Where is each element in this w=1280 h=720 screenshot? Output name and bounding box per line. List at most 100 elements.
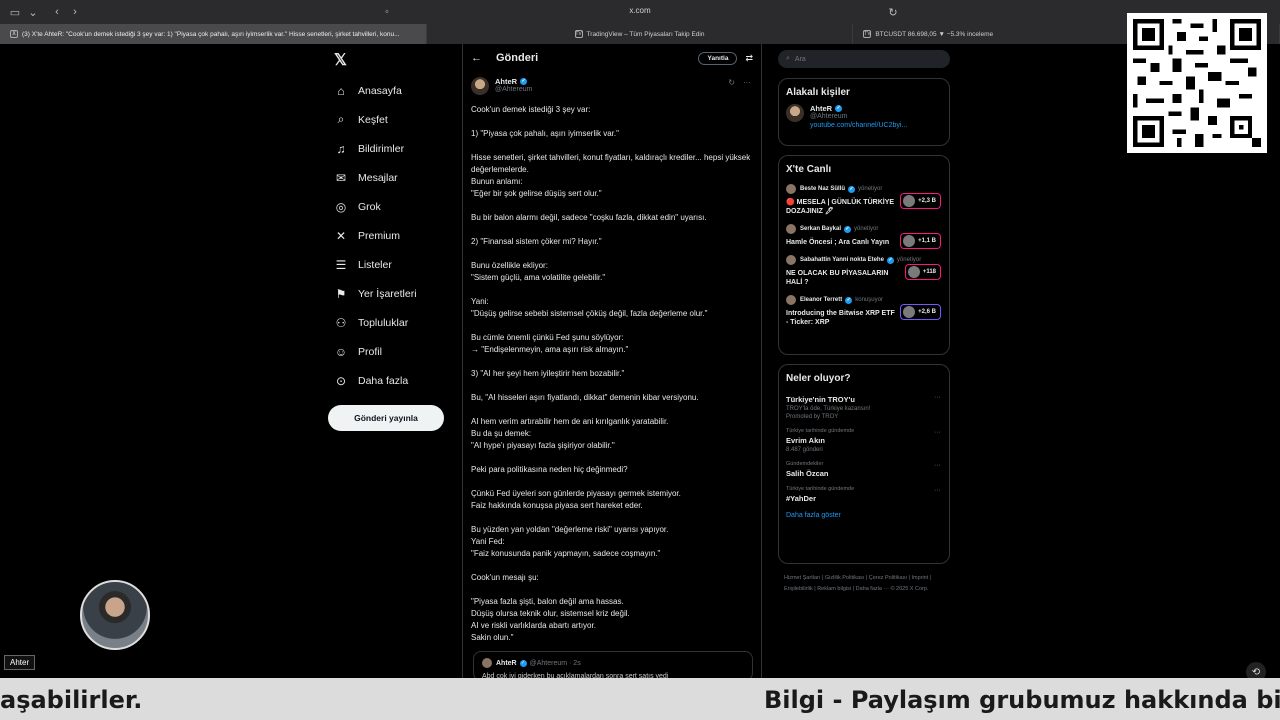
nav-item-home[interactable]: ⌂ Anasayfa [328,76,458,105]
tab-tradingview[interactable]: TV TradingView – Tüm Piyasaları Takip Ed… [427,24,854,44]
post-line: Sakin olun." [471,633,514,642]
envelope-icon: ✉ [335,170,347,185]
nav-item-profile[interactable]: ☺ Profil [328,337,458,366]
live-item[interactable]: Sabahattin Yanni nokta Etehe ✓ yönetiyor NE… [779,252,949,292]
trend-name: Türkiye'nin TROY'u [786,395,855,404]
post-line: Çünkü Fed üyeleri son günlerde piyasayı … [471,489,681,498]
nav-label: Keşfet [358,113,388,126]
more-options-icon[interactable]: ··· [934,394,941,401]
avatar [786,224,796,234]
trend-list: Türkiye'nin TROY'u TROY'la öde, Türkiye k… [779,390,949,508]
post-detail-column: ← Gönderi Yanıtla ⇄ AhteR ✓ @Ahtereum ↻ ·… [462,44,762,681]
nav-item-premium[interactable]: ✕ Premium [328,221,458,250]
tab-label: BTCUSDT 86.698,05 ▼ −5.3% inceleme [875,30,994,38]
more-options-icon[interactable]: ··· [934,487,941,494]
avatar[interactable] [471,77,489,95]
trend-context: Gündemdekiler [786,461,824,467]
nav-item-explore[interactable]: ⌕ Keşfet [328,105,458,134]
live-item[interactable]: Beste Naz Süllü ✓ yönetiyor 🔴 MESELA | GÜNL… [779,181,949,221]
tab-label: TradingView – Tüm Piyasaları Takip Edin [586,30,705,38]
panel-title: Neler oluyor? [786,373,851,384]
address-bar[interactable]: x.com [560,6,720,15]
more-options-icon[interactable]: ··· [934,429,941,436]
nav-label: Grok [358,200,381,213]
forward-arrow-icon[interactable]: › [66,4,84,20]
nav-item-communities[interactable]: ⚇ Topluluklar [328,308,458,337]
author-name[interactable]: AhteR [495,77,517,86]
post-line: AI hem verim artırabilir hem de ani kırı… [471,417,669,426]
back-arrow-icon[interactable]: ‹ [48,4,66,20]
qr-code-image [1133,19,1261,147]
x-logo-icon[interactable]: 𝕏 [328,44,458,76]
webcam-overlay: Ahter [0,552,230,678]
nav-label: Mesajlar [358,171,398,184]
post-line: Düşüş olursa teknik olur, sistemsel kriz… [471,609,630,618]
post-line: 3) "AI her şeyi hem iyileştirir hem boza… [471,369,625,378]
verified-badge-icon: ✓ [845,296,853,304]
sidebar-toggle-icon[interactable]: ▭ [6,4,24,20]
post-line: Bu, "AI hisseleri aşırı fiyatlandı, dikk… [471,393,699,402]
webcam-feed [80,580,150,650]
live-listener-badge[interactable]: +118 [904,264,941,280]
listener-avatars [907,266,920,278]
nav-label: Bildirimler [358,142,405,155]
post-line: "AI hype'ı piyasayı fazla şişiriyor olab… [471,441,615,450]
trend-subtitle: TROY'la öde, Türkiye kazansın! [786,406,871,412]
live-host-name: Serkan Baykal [800,226,842,232]
post-header: ← Gönderi Yanıtla ⇄ [463,44,761,72]
shield-icon[interactable]: ◦ [378,4,396,20]
reply-button[interactable]: Yanıtla [698,51,738,65]
reload-icon[interactable]: ↻ [884,4,902,20]
live-item[interactable]: Eleanor Terrett ✓ konuşuyor Introducing the… [779,292,949,332]
related-user-name[interactable]: AhteR [810,104,832,113]
chevron-down-icon[interactable]: ⌄ [24,4,42,20]
nav-item-grok[interactable]: ◎ Grok [328,192,458,221]
grok-explain-icon[interactable]: ↻ [728,78,735,87]
trend-item[interactable]: Türkiye tarihinde gündemde #YahDer ··· [779,483,949,508]
quoted-post[interactable]: AhteR ✓ @Ahtereum · 2s Abd çok iyi gider… [473,651,753,681]
nav-item-lists[interactable]: ☰ Listeler [328,250,458,279]
news-ticker: aşabilirler. Bilgi - Paylaşım grubumuz h… [0,678,1280,720]
nav-item-bookmarks[interactable]: ⚑ Yer İşaretleri [328,279,458,308]
post-line: → "Endişelenmeyin, ama aşırı risk almayı… [471,345,629,354]
live-item[interactable]: Serkan Baykal ✓ yönetiyor Hamle Öncesi ; Ar… [779,221,949,252]
tab-x-post[interactable]: X (3) X'te AhteR: "Cook'un demek istediğ… [0,24,427,44]
trend-subtitle: 8.487 gönderi [786,447,823,453]
more-options-icon[interactable]: ··· [743,78,751,87]
trend-item[interactable]: Türkiye tarihinde gündemde Evrim Akın 8.48… [779,425,949,458]
live-listener-badge[interactable]: +1,1 B [900,233,941,249]
post-author[interactable]: AhteR ✓ @Ahtereum [471,77,532,95]
related-user[interactable]: AhteR ✓ @Ahtereum youtube.com/channel/UC2… [779,104,949,129]
author-handle: @Ahtereum [495,86,533,93]
avatar [786,255,796,265]
live-host-role: yönetiyor [858,186,883,192]
footer-links[interactable]: Hizmet Şartları | Gizlilik Politikası | … [784,573,950,595]
live-listener-badge[interactable]: +2,3 B [900,193,941,209]
nav-item-notifications[interactable]: ♫ Bildirimler [328,134,458,163]
live-title: Introducing the Bitwise XRP ETF - Ticker… [786,310,895,326]
trend-item[interactable]: Türkiye'nin TROY'u TROY'la öde, Türkiye k… [779,390,949,425]
trend-item[interactable]: Gündemdekiler Salih Özcan ··· [779,458,949,483]
back-arrow-icon[interactable]: ← [471,52,482,64]
post-line: "Faiz konusunda panik yapmayın, sadece c… [471,549,661,558]
live-count: +2,3 B [918,198,936,204]
grok-icon: ◎ [335,199,347,214]
search-input[interactable]: ⌕ Ara [778,50,950,68]
sliders-icon[interactable]: ⇄ [745,53,753,64]
post-button[interactable]: Gönderi yayınla [328,405,444,431]
live-host-role: yönetiyor [854,226,879,232]
post-body: Cook'un demek istediği 3 şey var: 1) "Piy… [471,104,753,644]
avatar[interactable] [786,104,804,122]
nav-item-more[interactable]: ⊙ Daha fazla [328,366,458,395]
post-line: Bu cümle önemli çünkü Fed şunu söylüyor: [471,333,624,342]
live-listener-badge[interactable]: +2,6 B [900,304,941,320]
more-options-icon[interactable]: ··· [934,462,941,469]
show-more-link[interactable]: Daha fazla göster [779,508,949,523]
related-user-link[interactable]: youtube.com/channel/UC2byi... [810,122,907,129]
nav-item-messages[interactable]: ✉ Mesajlar [328,163,458,192]
